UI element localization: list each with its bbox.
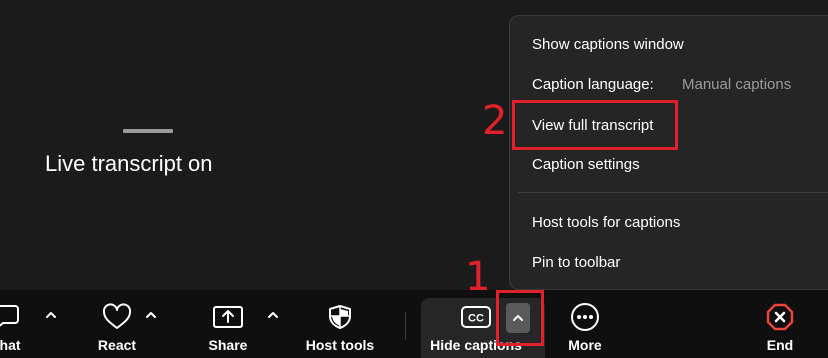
end-call-icon bbox=[763, 302, 797, 332]
menu-item-caption-language[interactable]: Caption language: bbox=[532, 76, 654, 93]
more-button[interactable]: More bbox=[560, 290, 610, 358]
share-label: Share bbox=[208, 337, 248, 353]
menu-item-pin-to-toolbar[interactable]: Pin to toolbar bbox=[532, 254, 620, 271]
chat-options-caret[interactable] bbox=[44, 308, 58, 322]
host-tools-button[interactable]: Host tools bbox=[305, 290, 375, 358]
captions-menu: Show captions window Caption language: M… bbox=[509, 15, 828, 290]
transcript-indicator-bar bbox=[123, 129, 173, 133]
menu-item-caption-settings[interactable]: Caption settings bbox=[532, 156, 640, 173]
chevron-up-icon bbox=[268, 312, 278, 318]
react-options-caret[interactable] bbox=[144, 308, 158, 322]
meeting-window: Live transcript on Chat React bbox=[0, 0, 828, 358]
annotation-step-1: 1 bbox=[465, 254, 491, 300]
share-options-caret[interactable] bbox=[266, 308, 280, 322]
chevron-up-icon bbox=[46, 312, 56, 318]
svg-text:CC: CC bbox=[468, 313, 484, 325]
menu-item-host-tools-for-captions[interactable]: Host tools for captions bbox=[532, 214, 680, 231]
chat-label: Chat bbox=[0, 337, 21, 353]
host-tools-label: Host tools bbox=[305, 337, 375, 353]
more-label: More bbox=[568, 337, 602, 353]
chat-button[interactable]: Chat bbox=[0, 290, 30, 358]
share-button[interactable]: Share bbox=[203, 290, 253, 358]
annotation-highlight-view-transcript bbox=[512, 100, 678, 150]
annotation-highlight-captions-caret bbox=[496, 290, 544, 346]
toolbar-divider bbox=[405, 312, 406, 340]
end-label: End bbox=[766, 337, 794, 353]
shield-icon bbox=[323, 302, 357, 332]
chevron-up-icon bbox=[146, 312, 156, 318]
meeting-toolbar: Chat React Share bbox=[0, 290, 828, 358]
annotation-step-2: 2 bbox=[482, 98, 508, 144]
menu-separator bbox=[518, 192, 828, 193]
live-transcript-status: Live transcript on bbox=[45, 151, 213, 176]
react-label: React bbox=[97, 337, 137, 353]
caption-language-value: Manual captions bbox=[682, 76, 792, 93]
react-button[interactable]: React bbox=[92, 290, 142, 358]
more-dots-icon bbox=[568, 302, 602, 332]
closed-captions-icon: CC bbox=[459, 302, 493, 332]
end-button[interactable]: End bbox=[755, 290, 805, 358]
menu-item-show-captions-window[interactable]: Show captions window bbox=[532, 36, 684, 53]
heart-icon bbox=[100, 302, 134, 332]
share-screen-icon bbox=[211, 302, 245, 332]
chat-bubble-icon bbox=[0, 302, 22, 332]
